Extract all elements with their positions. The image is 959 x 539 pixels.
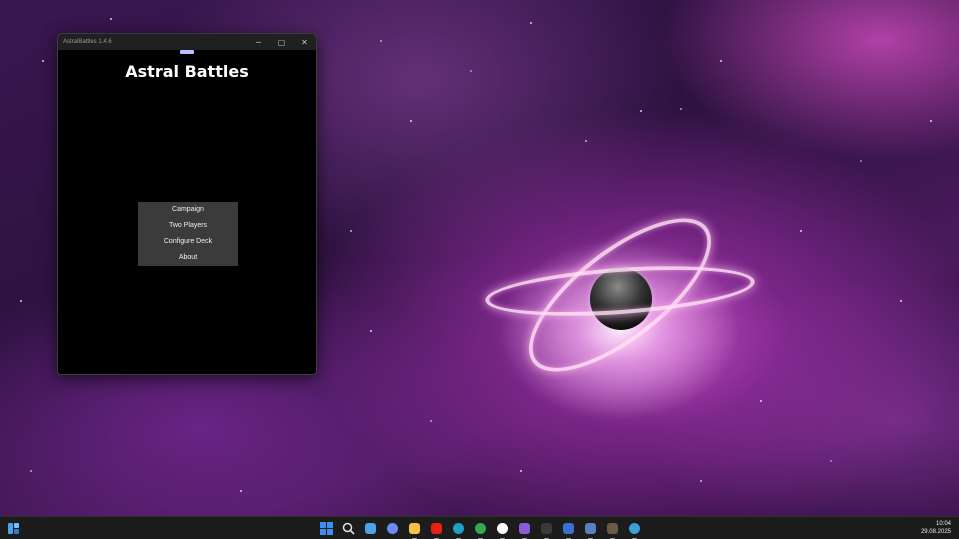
windows-start-icon[interactable] [318, 520, 335, 537]
game-app-icon[interactable] [582, 520, 599, 539]
clock-time: 10:04 [935, 521, 951, 527]
clock-date: 29.08.2025 [920, 529, 951, 535]
game-title: Astral Battles [125, 62, 249, 81]
chrome-icon[interactable] [472, 520, 489, 539]
window-title: AstralBattles 1.4.6 [63, 39, 112, 45]
notepad-icon[interactable] [362, 520, 379, 537]
search-icon[interactable] [340, 520, 357, 537]
close-button[interactable]: ✕ [293, 34, 316, 50]
youtube-icon[interactable] [428, 520, 445, 539]
file-explorer-icon[interactable] [406, 520, 423, 539]
taskbar-pinned-apps [318, 520, 643, 539]
globe-icon[interactable] [626, 520, 643, 539]
terminal-icon[interactable] [538, 520, 555, 539]
save-disk-icon[interactable] [560, 520, 577, 539]
window-titlebar[interactable]: AstralBattles 1.4.6 ─ ▢ ✕ [58, 34, 316, 50]
minimize-button[interactable]: ─ [247, 34, 270, 50]
maximize-button[interactable]: ▢ [270, 34, 293, 50]
taskbar: 10:04 29.08.2025 [0, 516, 959, 539]
widgets-icon[interactable] [7, 522, 20, 535]
yandex-icon[interactable] [494, 520, 511, 539]
app-window: AstralBattles 1.4.6 ─ ▢ ✕ Astral Battles… [57, 33, 317, 375]
menu-two-players-button[interactable]: Two Players [138, 218, 238, 234]
copilot-icon[interactable] [384, 520, 401, 537]
planet-ring-horizontal [483, 258, 757, 324]
system-clock[interactable]: 10:04 29.08.2025 [921, 520, 951, 536]
character-app-icon[interactable] [604, 520, 621, 539]
tab-indicator [180, 50, 194, 54]
main-menu: Campaign Two Players Configure Deck Abou… [138, 202, 238, 266]
menu-about-button[interactable]: About [138, 250, 238, 266]
visual-studio-icon[interactable] [516, 520, 533, 539]
menu-campaign-button[interactable]: Campaign [138, 202, 238, 218]
menu-configure-deck-button[interactable]: Configure Deck [138, 234, 238, 250]
edge-icon[interactable] [450, 520, 467, 539]
